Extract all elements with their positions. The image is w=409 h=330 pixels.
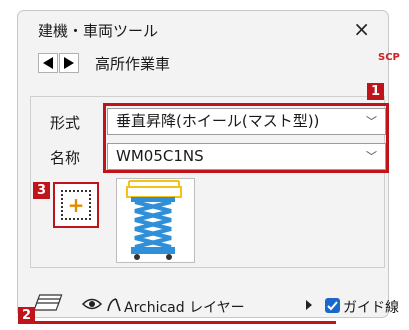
layer-select[interactable]: Archicad レイヤー [124, 297, 245, 317]
arrow-right-icon [64, 57, 74, 69]
scp-badge: SCP [378, 52, 400, 63]
check-icon [327, 301, 338, 311]
highlight-underline-2 [30, 321, 336, 324]
name-label: 名称 [50, 149, 81, 167]
window-title: 建機・車両ツール [38, 22, 159, 40]
prev-button[interactable] [38, 53, 58, 73]
layers-icon[interactable] [32, 294, 66, 312]
tool-name: 高所作業車 [95, 55, 171, 73]
eye-icon[interactable] [82, 297, 102, 311]
arrow-left-icon [43, 57, 53, 69]
add-frame: + [61, 190, 91, 220]
plus-icon: + [67, 193, 85, 217]
guide-label: ガイド線 [343, 300, 399, 316]
lift-thumbnail[interactable] [116, 178, 195, 263]
archicad-icon [107, 298, 121, 312]
next-button[interactable] [59, 53, 79, 73]
triangle-right-icon[interactable] [305, 300, 313, 310]
close-button[interactable]: × [353, 16, 370, 42]
type-label: 形式 [50, 114, 81, 132]
scissor-lift-icon [126, 180, 182, 260]
badge-1: 1 [367, 83, 384, 100]
title-bar: 建機・車両ツール × [18, 11, 388, 49]
add-button[interactable]: + [53, 182, 99, 228]
highlight-frame-1 [103, 103, 389, 173]
guide-checkbox[interactable] [325, 298, 340, 313]
badge-3: 3 [33, 182, 50, 199]
